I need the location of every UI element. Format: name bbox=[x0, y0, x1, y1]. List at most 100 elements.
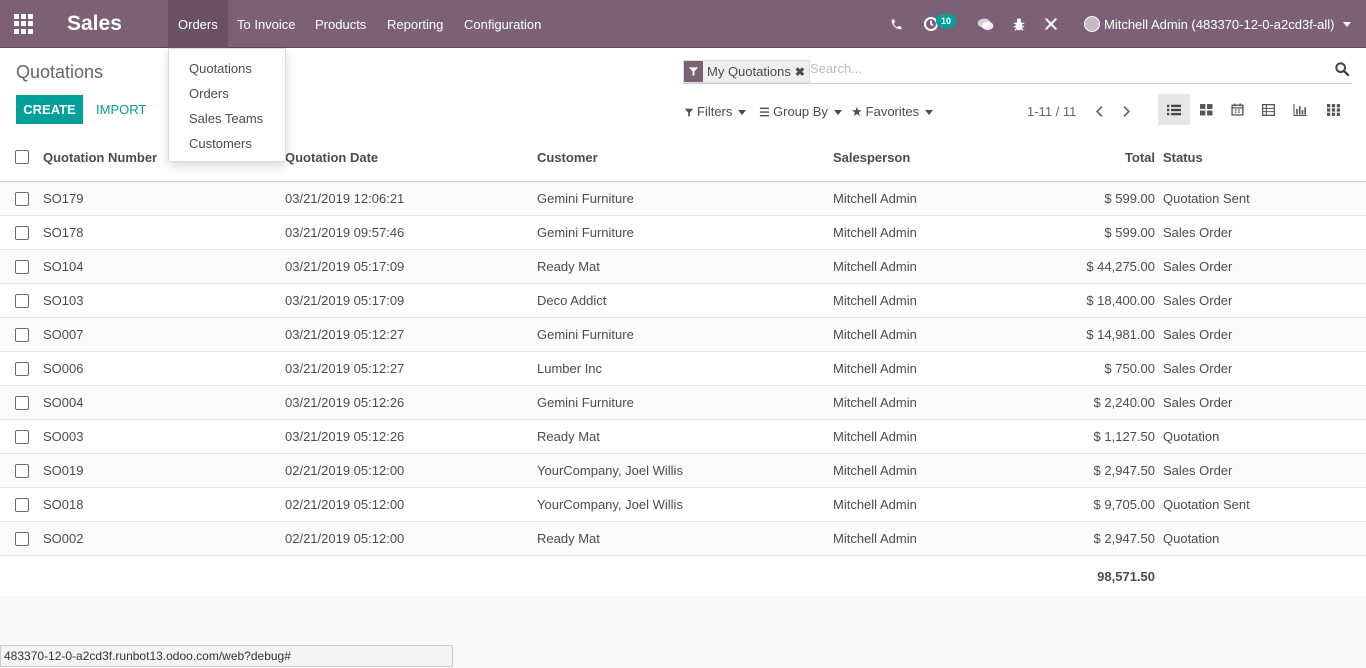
activity-view-icon[interactable] bbox=[1317, 94, 1349, 125]
cell-quotation-number: SO104 bbox=[43, 259, 84, 274]
group-by-dropdown[interactable]: Group By bbox=[759, 102, 842, 122]
header-quotation-number[interactable]: Quotation Number bbox=[43, 134, 157, 181]
cell-status: Sales Order bbox=[1163, 361, 1233, 376]
breadcrumb: Quotations bbox=[16, 62, 104, 82]
table-row[interactable]: SO002 02/21/2019 05:12:00 Ready Mat Mitchel… bbox=[0, 522, 1366, 556]
row-checkbox[interactable] bbox=[15, 464, 29, 478]
menu-item-orders[interactable]: Orders bbox=[189, 86, 229, 101]
menu-orders[interactable]: Orders bbox=[168, 0, 228, 48]
cell-quotation-number: SO007 bbox=[43, 327, 84, 342]
header-customer[interactable]: Customer bbox=[537, 134, 598, 181]
cell-quotation-number: SO179 bbox=[43, 191, 84, 206]
menu-item-customers[interactable]: Customers bbox=[189, 136, 252, 151]
row-checkbox[interactable] bbox=[15, 192, 29, 206]
row-checkbox[interactable] bbox=[15, 226, 29, 240]
menu-to-invoice[interactable]: To Invoice bbox=[227, 0, 306, 48]
cell-customer: Gemini Furniture bbox=[537, 395, 634, 410]
chevron-down-icon bbox=[833, 109, 842, 115]
cell-salesperson: Mitchell Admin bbox=[833, 327, 917, 342]
apps-grid-icon[interactable] bbox=[14, 14, 34, 34]
pager-value[interactable]: 1-11 / 11 bbox=[1027, 102, 1076, 122]
search-input[interactable] bbox=[810, 61, 1310, 76]
app-brand[interactable]: Sales bbox=[67, 12, 122, 36]
table-row[interactable]: SO003 03/21/2019 05:12:26 Ready Mat Mitchel… bbox=[0, 420, 1366, 454]
cell-customer: YourCompany, Joel Willis bbox=[537, 497, 683, 512]
cell-total: $ 9,705.00 bbox=[1093, 497, 1155, 512]
cell-status: Quotation Sent bbox=[1163, 497, 1250, 512]
kanban-view-icon[interactable] bbox=[1190, 94, 1222, 125]
phone-icon[interactable] bbox=[886, 0, 906, 48]
cell-total: $ 44,275.00 bbox=[1086, 259, 1155, 274]
row-checkbox[interactable] bbox=[15, 430, 29, 444]
pivot-view-icon[interactable] bbox=[1252, 94, 1284, 125]
header-total[interactable]: Total bbox=[1125, 134, 1155, 181]
row-checkbox[interactable] bbox=[15, 294, 29, 308]
quotations-list: Quotation Number Quotation Date Customer… bbox=[0, 134, 1366, 596]
cell-total: $ 14,981.00 bbox=[1086, 327, 1155, 342]
table-row[interactable]: SO103 03/21/2019 05:17:09 Deco Addict Mitch… bbox=[0, 284, 1366, 318]
status-bar-url: 483370-12-0-a2cd3f.runbot13.odoo.com/web… bbox=[0, 645, 453, 667]
cell-quotation-date: 03/21/2019 05:17:09 bbox=[285, 293, 405, 308]
row-checkbox[interactable] bbox=[15, 328, 29, 342]
list-view-icon[interactable] bbox=[1158, 94, 1190, 125]
menu-item-sales-teams[interactable]: Sales Teams bbox=[189, 111, 263, 126]
table-row[interactable]: SO104 03/21/2019 05:17:09 Ready Mat Mitchel… bbox=[0, 250, 1366, 284]
header-quotation-date[interactable]: Quotation Date bbox=[285, 134, 378, 181]
facet-remove-icon[interactable]: ✖ bbox=[795, 65, 809, 79]
cell-quotation-number: SO103 bbox=[43, 293, 84, 308]
cell-total: $ 2,947.50 bbox=[1093, 531, 1155, 546]
menu-configuration[interactable]: Configuration bbox=[454, 0, 551, 48]
tools-icon[interactable] bbox=[1041, 0, 1061, 48]
top-navbar: Sales Orders To Invoice Products Reporti… bbox=[0, 0, 1366, 48]
menu-products[interactable]: Products bbox=[305, 0, 376, 48]
cell-quotation-number: SO018 bbox=[43, 497, 84, 512]
table-row[interactable]: SO007 03/21/2019 05:12:27 Gemini Furniture… bbox=[0, 318, 1366, 352]
chat-icon[interactable] bbox=[974, 0, 996, 48]
row-checkbox[interactable] bbox=[15, 362, 29, 376]
search-icon[interactable] bbox=[1334, 61, 1352, 79]
favorites-dropdown[interactable]: ★ Favorites bbox=[851, 102, 934, 122]
debug-bug-icon[interactable] bbox=[1009, 0, 1029, 48]
cell-status: Sales Order bbox=[1163, 327, 1233, 342]
row-checkbox[interactable] bbox=[15, 532, 29, 546]
table-row[interactable]: SO019 02/21/2019 05:12:00 YourCompany, Joe… bbox=[0, 454, 1366, 488]
filters-label: Filters bbox=[697, 104, 733, 119]
table-row[interactable]: SO178 03/21/2019 09:57:46 Gemini Furniture… bbox=[0, 216, 1366, 250]
menu-reporting[interactable]: Reporting bbox=[377, 0, 453, 48]
table-row[interactable]: SO179 03/21/2019 12:06:21 Gemini Furniture… bbox=[0, 182, 1366, 216]
favorites-label: Favorites bbox=[865, 104, 920, 119]
import-button[interactable]: IMPORT bbox=[96, 95, 146, 124]
cell-total: $ 2,947.50 bbox=[1093, 463, 1155, 478]
cell-total: $ 2,240.00 bbox=[1093, 395, 1155, 410]
cell-quotation-date: 02/21/2019 05:12:00 bbox=[285, 497, 405, 512]
calendar-view-icon[interactable] bbox=[1221, 94, 1253, 125]
row-checkbox[interactable] bbox=[15, 260, 29, 274]
row-checkbox[interactable] bbox=[15, 396, 29, 410]
facet-label: My Quotations bbox=[707, 64, 791, 79]
cell-salesperson: Mitchell Admin bbox=[833, 429, 917, 444]
filters-dropdown[interactable]: Filters bbox=[684, 102, 747, 122]
table-row[interactable]: SO004 03/21/2019 05:12:26 Gemini Furniture… bbox=[0, 386, 1366, 420]
cell-customer: Ready Mat bbox=[537, 259, 600, 274]
user-menu[interactable]: Mitchell Admin (483370-12-0-a2cd3f-all) bbox=[1084, 0, 1351, 48]
select-all-checkbox[interactable] bbox=[15, 150, 29, 164]
row-checkbox[interactable] bbox=[15, 498, 29, 512]
cell-quotation-date: 03/21/2019 05:12:26 bbox=[285, 395, 405, 410]
table-row[interactable]: SO018 02/21/2019 05:12:00 YourCompany, Joe… bbox=[0, 488, 1366, 522]
avatar bbox=[1084, 16, 1100, 32]
cell-salesperson: Mitchell Admin bbox=[833, 191, 917, 206]
header-salesperson[interactable]: Salesperson bbox=[833, 134, 910, 181]
cell-customer: Lumber Inc bbox=[537, 361, 603, 376]
header-status[interactable]: Status bbox=[1163, 134, 1203, 181]
pager-previous-icon[interactable] bbox=[1089, 100, 1109, 122]
cell-quotation-number: SO178 bbox=[43, 225, 84, 240]
pager-next-icon[interactable] bbox=[1116, 100, 1136, 122]
menu-item-quotations[interactable]: Quotations bbox=[189, 61, 252, 76]
cell-total: $ 599.00 bbox=[1104, 225, 1155, 240]
cell-salesperson: Mitchell Admin bbox=[833, 259, 917, 274]
graph-view-icon[interactable] bbox=[1284, 94, 1316, 125]
cell-quotation-date: 02/21/2019 05:12:00 bbox=[285, 463, 405, 478]
table-row[interactable]: SO006 03/21/2019 05:12:27 Lumber Inc Mitche… bbox=[0, 352, 1366, 386]
cell-salesperson: Mitchell Admin bbox=[833, 463, 917, 478]
create-button[interactable]: CREATE bbox=[16, 95, 83, 124]
